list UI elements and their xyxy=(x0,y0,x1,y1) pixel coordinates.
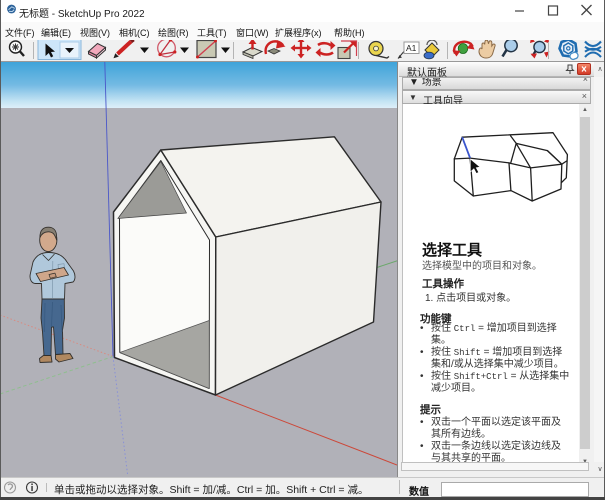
svg-text:A1: A1 xyxy=(406,43,417,53)
